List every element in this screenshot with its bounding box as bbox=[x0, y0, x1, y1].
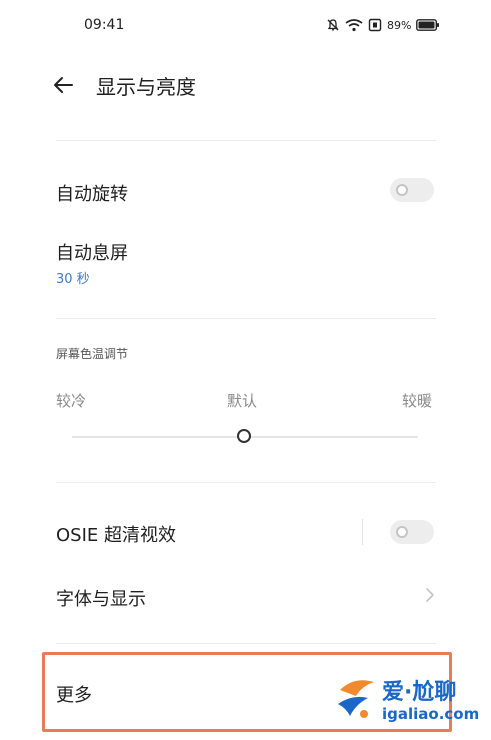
color-temperature-slider-thumb[interactable] bbox=[237, 429, 251, 443]
watermark-logo-icon bbox=[338, 680, 374, 718]
color-temperature-section-label: 屏幕色温调节 bbox=[56, 347, 129, 361]
default-label: 默认 bbox=[227, 392, 258, 410]
watermark-domain: igaliao.com bbox=[382, 705, 480, 723]
page-title: 显示与亮度 bbox=[96, 75, 196, 99]
cool-label: 较冷 bbox=[56, 392, 87, 410]
bell-off-icon bbox=[327, 19, 339, 31]
divider bbox=[56, 643, 436, 644]
divider bbox=[56, 482, 436, 483]
toggle-knob bbox=[396, 184, 408, 196]
osie-toggle[interactable] bbox=[390, 520, 434, 544]
chevron-right-icon[interactable] bbox=[423, 586, 437, 604]
battery-percent: 89% bbox=[387, 18, 412, 32]
warm-label: 较暖 bbox=[402, 392, 433, 410]
status-icons: 89% bbox=[326, 18, 440, 32]
auto-rotate-toggle[interactable] bbox=[390, 178, 434, 202]
status-time: 09:41 bbox=[84, 17, 125, 33]
divider bbox=[56, 318, 436, 319]
font-display-label[interactable]: 字体与显示 bbox=[56, 585, 146, 611]
watermark: 爱·尬聊 igaliao.com bbox=[334, 672, 484, 732]
arrow-left-icon[interactable] bbox=[52, 73, 76, 97]
vertical-divider bbox=[362, 519, 363, 545]
nfc-icon bbox=[368, 18, 382, 32]
divider bbox=[56, 140, 436, 141]
battery-icon bbox=[416, 19, 440, 31]
watermark-brand: 爱·尬聊 bbox=[382, 680, 457, 705]
osie-label[interactable]: OSIE 超清视效 bbox=[56, 521, 176, 547]
wifi-icon bbox=[345, 19, 363, 32]
auto-screen-off-value: 30 秒 bbox=[56, 272, 90, 287]
toggle-knob bbox=[396, 526, 408, 538]
auto-screen-off-label[interactable]: 自动息屏 bbox=[56, 239, 128, 265]
auto-rotate-label[interactable]: 自动旋转 bbox=[56, 180, 128, 206]
more-label[interactable]: 更多 bbox=[56, 681, 92, 707]
